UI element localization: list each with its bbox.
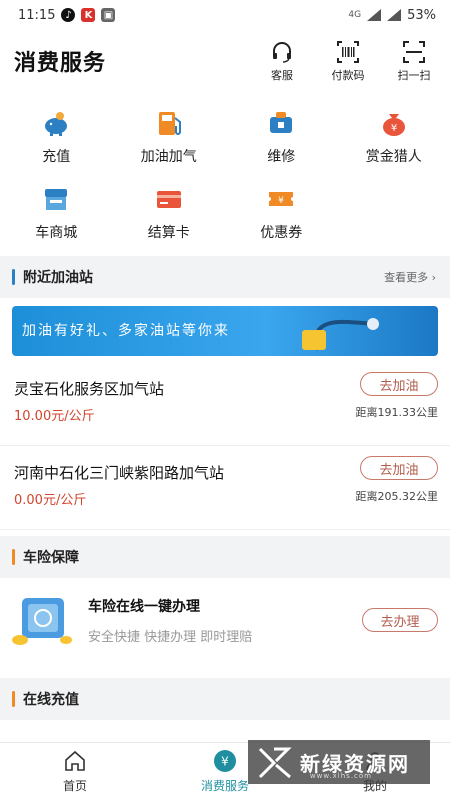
promo-banner[interactable]: 加油有好礼、多家油站等你来	[12, 306, 438, 356]
status-bar: 11:15 ♪ K ▣ 4G 53%	[0, 0, 450, 30]
service-car-mall[interactable]: 车商城	[0, 184, 113, 242]
view-more-link[interactable]: 查看更多 ›	[384, 269, 436, 285]
tab-label: 消费服务	[200, 779, 249, 793]
insurance-section-title: 车险保障	[23, 550, 79, 566]
signal-bars-icon	[367, 9, 382, 21]
insurance-safe-icon	[12, 598, 72, 645]
signal-bars-2-icon	[387, 9, 402, 21]
card-icon	[156, 191, 181, 208]
service-repair[interactable]: 维修	[225, 108, 338, 166]
scan-icon	[403, 40, 425, 63]
insurance-title: 车险在线一键办理	[88, 599, 200, 615]
payment-code-label: 付款码	[331, 68, 365, 82]
go-refuel-button[interactable]: 去加油	[360, 456, 438, 480]
barcode-icon	[337, 40, 359, 63]
go-refuel-button[interactable]: 去加油	[360, 372, 438, 396]
service-bounty-hunter[interactable]: ¥ 赏金猎人	[338, 108, 450, 166]
recharge-section-title: 在线充值	[23, 692, 79, 708]
fuel-pump-icon	[158, 112, 181, 135]
headset-icon	[273, 41, 291, 63]
customer-service-button[interactable]: 客服	[256, 40, 308, 83]
service-grid: 充值 加油加气 维修 ¥ 赏金猎人 车商城 结算卡 ¥ 优惠券	[0, 92, 450, 248]
chevron-right-icon: ›	[431, 271, 436, 284]
page-header: 消费服务 客服 付款码 扫一扫	[0, 30, 450, 92]
tiktok-icon: ♪	[61, 8, 76, 22]
service-label: 结算卡	[147, 225, 190, 241]
section-bar	[12, 691, 15, 707]
scan-label: 扫一扫	[397, 68, 431, 82]
scan-button[interactable]: 扫一扫	[388, 40, 440, 83]
k-app-icon: K	[81, 8, 96, 22]
service-label: 加油加气	[140, 149, 197, 165]
svg-text:¥: ¥	[278, 196, 284, 206]
handle-insurance-button[interactable]: 去办理	[362, 608, 438, 632]
service-label: 赏金猎人	[365, 149, 422, 165]
service-fuel[interactable]: 加油加气	[113, 108, 226, 166]
coupon-icon: ¥	[269, 192, 294, 206]
customer-service-label: 客服	[271, 68, 293, 82]
service-coupon[interactable]: ¥ 优惠券	[225, 184, 338, 242]
station-distance: 距离191.33公里	[355, 406, 439, 419]
station-item[interactable]: 灵宝石化服务区加气站 10.00元/公斤 去加油 距离191.33公里	[0, 362, 450, 446]
status-time: 11:15	[18, 7, 56, 23]
nearby-title: 附近加油站	[23, 270, 93, 286]
nearby-section-header: 附近加油站 查看更多 ›	[0, 256, 450, 298]
service-label: 优惠券	[260, 225, 303, 241]
money-bag-icon: ¥	[382, 114, 405, 136]
signal-icon: 4G	[348, 10, 362, 20]
page-title: 消费服务	[14, 51, 107, 76]
section-bar	[12, 549, 15, 565]
service-label: 车商城	[35, 225, 78, 241]
station-item[interactable]: 河南中石化三门峡紫阳路加气站 0.00元/公斤 去加油 距离205.32公里	[0, 446, 450, 530]
svg-text:¥: ¥	[221, 755, 229, 769]
payment-code-button[interactable]: 付款码	[322, 40, 374, 83]
image-icon: ▣	[101, 8, 116, 22]
store-icon	[45, 189, 68, 210]
service-label: 维修	[267, 149, 296, 165]
watermark-logo-icon	[258, 747, 292, 779]
tab-home[interactable]: 首页	[0, 743, 150, 800]
banner-text: 加油有好礼、多家油站等你来	[22, 323, 230, 339]
insurance-item[interactable]: 车险在线一键办理 安全快捷 快捷办理 即时理赔 去办理	[0, 578, 450, 674]
repair-icon	[270, 112, 293, 133]
tab-label: 首页	[62, 779, 87, 793]
insurance-section-header: 车险保障	[0, 536, 450, 578]
fuel-nozzle-icon	[302, 318, 379, 351]
service-recharge[interactable]: 充值	[0, 108, 113, 166]
insurance-subtitle: 安全快捷 快捷办理 即时理赔	[88, 630, 253, 645]
station-distance: 距离205.32公里	[355, 490, 439, 503]
recharge-section-header: 在线充值	[0, 678, 450, 720]
service-label: 充值	[42, 149, 71, 165]
svg-text:¥: ¥	[391, 123, 397, 134]
service-settlement-card[interactable]: 结算卡	[113, 184, 226, 242]
home-icon	[65, 750, 85, 771]
piggy-bank-icon	[45, 112, 68, 136]
battery-level: 53%	[407, 7, 436, 23]
watermark: 新绿资源网 www.xlhs.com	[248, 740, 430, 784]
section-bar	[12, 269, 15, 285]
watermark-url: www.xlhs.com	[309, 772, 372, 780]
yen-icon: ¥	[214, 750, 236, 772]
